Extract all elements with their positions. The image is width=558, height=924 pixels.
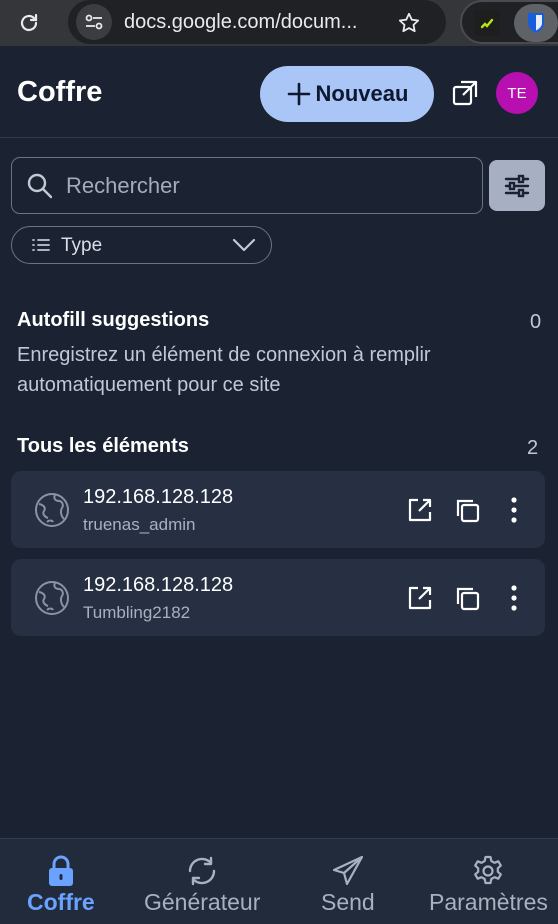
globe-icon <box>35 493 69 527</box>
extensions-group <box>460 0 558 44</box>
lock-icon <box>48 855 73 886</box>
autofill-section-title: Autofill suggestions <box>17 309 210 331</box>
refresh-icon <box>188 856 216 886</box>
site-info-icon[interactable] <box>76 4 112 40</box>
nav-label: Paramètres <box>429 889 548 915</box>
browser-toolbar: docs.google.com/docum... <box>0 0 558 46</box>
more-options-icon[interactable] <box>499 583 529 613</box>
item-title: 192.168.128.128 <box>83 574 234 596</box>
list-icon <box>32 239 50 251</box>
gear-icon <box>474 855 503 885</box>
new-item-label: Nouveau <box>315 81 409 106</box>
extension-icon[interactable] <box>474 10 500 36</box>
search-box <box>11 157 483 214</box>
autofill-empty-message: Enregistrez un élément de connexion à re… <box>17 344 431 396</box>
nav-tab-settings[interactable]: Paramètres <box>429 855 548 916</box>
vault-item[interactable]: 192.168.128.128 Tumbling2182 <box>11 559 545 636</box>
copy-icon[interactable] <box>452 583 482 613</box>
nav-tab-vault[interactable]: Coffre <box>27 855 95 916</box>
more-options-icon[interactable] <box>499 495 529 525</box>
bottom-navigation: Coffre Générateur Send Paramètres <box>0 838 558 924</box>
item-username: truenas_admin <box>83 515 196 534</box>
search-input[interactable] <box>66 160 466 211</box>
type-filter-label: Type <box>61 235 103 256</box>
launch-icon[interactable] <box>405 583 435 613</box>
nav-label: Coffre <box>27 889 95 915</box>
nav-tab-generator[interactable]: Générateur <box>144 855 260 916</box>
url-text: docs.google.com/docum... <box>124 11 358 33</box>
type-filter-dropdown[interactable]: Type <box>11 226 272 264</box>
plus-icon <box>287 82 310 106</box>
sliders-icon <box>504 174 530 197</box>
all-items-count: 2 <box>527 437 539 459</box>
filter-settings-button[interactable] <box>489 160 545 211</box>
search-icon <box>27 173 53 199</box>
globe-icon <box>35 581 69 615</box>
all-items-section-title: Tous les éléments <box>17 435 189 457</box>
launch-icon[interactable] <box>405 495 435 525</box>
address-bar[interactable]: docs.google.com/docum... <box>68 0 446 44</box>
item-title: 192.168.128.128 <box>83 486 234 508</box>
copy-icon[interactable] <box>452 495 482 525</box>
chevron-down-icon <box>232 238 256 252</box>
nav-label: Send <box>321 889 375 915</box>
item-username: Tumbling2182 <box>83 603 191 622</box>
bitwarden-shield-icon[interactable] <box>514 4 558 42</box>
autofill-count: 0 <box>530 311 542 333</box>
bookmark-star-icon[interactable] <box>394 8 424 38</box>
vault-item[interactable]: 192.168.128.128 truenas_admin <box>11 471 545 548</box>
vault-header: Coffre Nouveau TE <box>0 46 558 138</box>
paper-plane-icon <box>332 855 363 886</box>
new-item-button[interactable]: Nouveau <box>260 66 434 122</box>
nav-label: Générateur <box>144 889 261 915</box>
account-avatar[interactable]: TE <box>496 72 538 114</box>
page-title: Coffre <box>17 76 103 108</box>
reload-icon[interactable] <box>14 8 44 38</box>
nav-tab-send[interactable]: Send <box>321 855 375 916</box>
popout-icon[interactable] <box>450 78 480 108</box>
